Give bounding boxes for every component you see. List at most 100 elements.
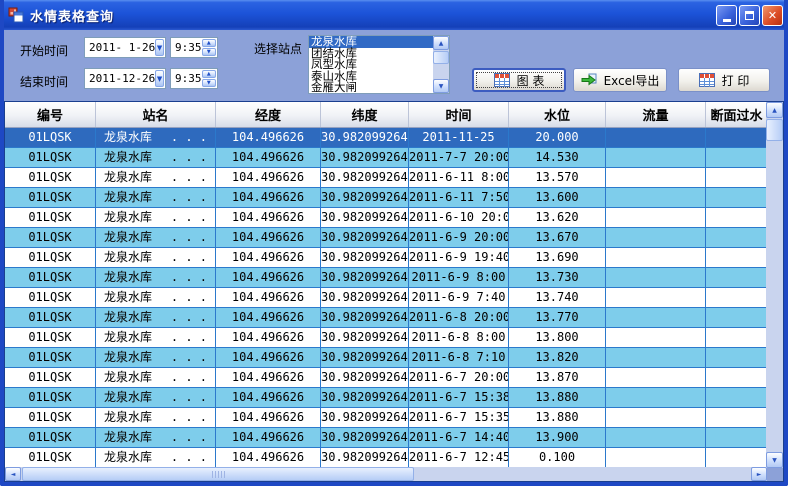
truncation-ellipsis: . . . <box>171 308 207 327</box>
chart-button[interactable]: 图 表 <box>472 68 566 92</box>
start-time-spinner[interactable]: 9:35 ▲ ▼ <box>170 37 218 58</box>
title-bar[interactable]: 水情表格查询 ✕ <box>0 0 788 30</box>
cell-flow <box>606 228 706 247</box>
end-date-dropdown-button[interactable]: ▼ <box>155 70 164 87</box>
column-header[interactable]: 经度 <box>216 102 321 127</box>
table-row[interactable]: 01LQSK龙泉水库. . .104.49662630.982099264...… <box>5 408 767 428</box>
arrow-down-icon: ▼ <box>207 80 211 86</box>
column-header[interactable]: 时间 <box>409 102 509 127</box>
arrow-up-icon: ▲ <box>207 40 211 46</box>
table-row[interactable]: 01LQSK龙泉水库. . .104.49662630.982099264...… <box>5 268 767 288</box>
scrollbar-thumb[interactable] <box>22 467 414 481</box>
table-row[interactable]: 01LQSK龙泉水库. . .104.49662630.982099264...… <box>5 388 767 408</box>
cell-level: 13.770 <box>509 308 606 327</box>
table-row[interactable]: 01LQSK龙泉水库. . .104.49662630.982099264...… <box>5 148 767 168</box>
cell-section <box>706 288 767 307</box>
scroll-up-button[interactable]: ▲ <box>433 36 449 50</box>
scroll-down-button[interactable]: ▼ <box>766 452 783 468</box>
table-row[interactable]: 01LQSK龙泉水库. . .104.49662630.982099264...… <box>5 448 767 468</box>
spin-up-button[interactable]: ▲ <box>202 39 217 47</box>
cell-name: 龙泉水库. . . <box>96 368 216 387</box>
table-row[interactable]: 01LQSK龙泉水库. . .104.49662630.982099264...… <box>5 248 767 268</box>
column-header[interactable]: 纬度 <box>321 102 409 127</box>
start-date-value: 2011- 1-26 <box>85 41 155 54</box>
truncation-ellipsis: . . . <box>171 288 207 307</box>
cell-lon: 104.496626 <box>216 328 321 347</box>
column-header[interactable]: 流量 <box>606 102 706 127</box>
arrow-right-icon: ► <box>757 471 762 478</box>
scroll-down-button[interactable]: ▼ <box>433 79 449 93</box>
cell-lat: 30.982099264... <box>321 268 409 287</box>
window-title: 水情表格查询 <box>30 6 114 25</box>
print-button[interactable]: 打 印 <box>678 68 770 92</box>
cell-lon: 104.496626 <box>216 388 321 407</box>
cell-level: 13.600 <box>509 188 606 207</box>
minimize-button[interactable] <box>716 5 737 26</box>
table-row[interactable]: 01LQSK龙泉水库. . .104.49662630.982099264...… <box>5 288 767 308</box>
scrollbar-thumb[interactable] <box>433 51 449 64</box>
horizontal-scrollbar[interactable]: ◄ ► <box>5 467 767 481</box>
cell-time: 2011-6-8 20:00 <box>409 308 509 327</box>
cell-section <box>706 168 767 187</box>
spin-down-button[interactable]: ▼ <box>202 79 217 87</box>
table-row[interactable]: 01LQSK龙泉水库. . .104.49662630.982099264...… <box>5 228 767 248</box>
scroll-up-button[interactable]: ▲ <box>766 102 783 118</box>
station-name: 龙泉水库 <box>104 128 152 147</box>
cell-flow <box>606 388 706 407</box>
cell-level: 13.870 <box>509 368 606 387</box>
end-time-spin-buttons: ▲ ▼ <box>202 70 217 87</box>
cell-id: 01LQSK <box>5 128 96 147</box>
excel-export-button[interactable]: Excel导出 <box>573 68 667 92</box>
station-name: 龙泉水库 <box>104 208 152 227</box>
table-row[interactable]: 01LQSK龙泉水库. . .104.49662630.982099264...… <box>5 188 767 208</box>
cell-lon: 104.496626 <box>216 248 321 267</box>
table-row[interactable]: 01LQSK龙泉水库. . .104.49662630.982099264...… <box>5 308 767 328</box>
vertical-scrollbar[interactable]: ▲ ▼ <box>766 102 783 468</box>
table-row[interactable]: 01LQSK龙泉水库. . .104.49662630.982099264...… <box>5 428 767 448</box>
listbox-scrollbar[interactable]: ▲ ▼ <box>433 36 449 93</box>
cell-section <box>706 328 767 347</box>
cell-lon: 104.496626 <box>216 208 321 227</box>
cell-time: 2011-6-7 12:45 <box>409 448 509 467</box>
station-select-label: 选择站点 <box>254 40 302 57</box>
close-button[interactable]: ✕ <box>762 5 783 26</box>
cell-id: 01LQSK <box>5 188 96 207</box>
table-row[interactable]: 01LQSK龙泉水库. . .104.49662630.982099264...… <box>5 348 767 368</box>
scrollbar-thumb[interactable] <box>766 119 783 141</box>
cell-flow <box>606 448 706 467</box>
start-date-picker[interactable]: 2011- 1-26 ▼ <box>84 37 166 58</box>
cell-time: 2011-6-9 8:00 <box>409 268 509 287</box>
cell-lon: 104.496626 <box>216 408 321 427</box>
scroll-left-button[interactable]: ◄ <box>5 467 21 481</box>
cell-section <box>706 248 767 267</box>
cell-lat: 30.982099264... <box>321 388 409 407</box>
end-time-spinner[interactable]: 9:35 ▲ ▼ <box>170 68 218 89</box>
table-row[interactable]: 01LQSK龙泉水库. . .104.49662630.982099264...… <box>5 168 767 188</box>
spin-down-button[interactable]: ▼ <box>202 48 217 56</box>
table-row[interactable]: 01LQSK龙泉水库. . .104.49662630.982099264...… <box>5 208 767 228</box>
cell-time: 2011-6-8 7:10 <box>409 348 509 367</box>
app-icon <box>8 7 24 23</box>
station-name: 龙泉水库 <box>104 428 152 447</box>
table-row[interactable]: 01LQSK龙泉水库. . .104.49662630.982099264...… <box>5 368 767 388</box>
station-option[interactable]: 金雁大闸 <box>309 82 433 93</box>
scroll-right-button[interactable]: ► <box>751 467 767 481</box>
end-date-picker[interactable]: 2011-12-26 ▼ <box>84 68 166 89</box>
chart-button-label: 图 表 <box>517 72 545 89</box>
start-date-dropdown-button[interactable]: ▼ <box>155 39 164 56</box>
table-row[interactable]: 01LQSK龙泉水库. . .104.49662630.982099264...… <box>5 128 767 148</box>
cell-lat: 30.982099264... <box>321 368 409 387</box>
cell-name: 龙泉水库. . . <box>96 428 216 447</box>
cell-section <box>706 148 767 167</box>
station-list: 龙泉水库团结水库凤型水库泰山水库金雁大闸 <box>309 36 433 93</box>
column-header[interactable]: 断面过水 <box>706 102 767 127</box>
column-header[interactable]: 站名 <box>96 102 216 127</box>
minimize-icon <box>723 19 731 22</box>
table-row[interactable]: 01LQSK龙泉水库. . .104.49662630.982099264...… <box>5 328 767 348</box>
cell-name: 龙泉水库. . . <box>96 208 216 227</box>
spin-up-button[interactable]: ▲ <box>202 70 217 78</box>
column-header[interactable]: 水位 <box>509 102 606 127</box>
maximize-button[interactable] <box>739 5 760 26</box>
column-header[interactable]: 编号 <box>5 102 96 127</box>
cell-section <box>706 448 767 467</box>
